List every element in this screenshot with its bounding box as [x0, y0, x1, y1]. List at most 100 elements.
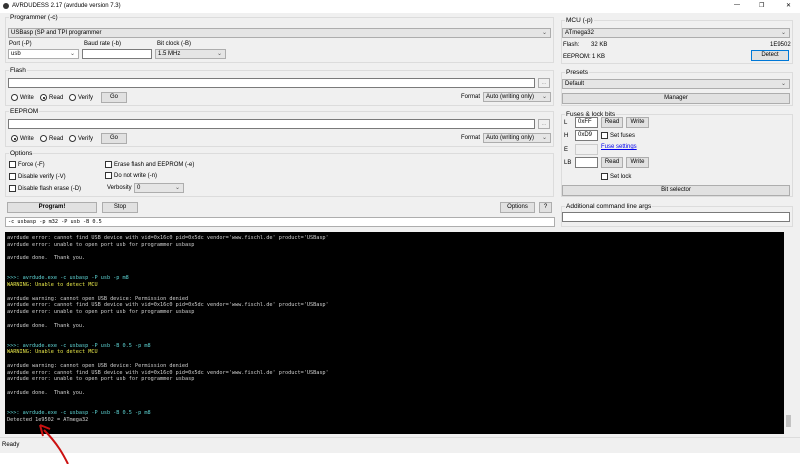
bitclock-select[interactable]: 1.5 MHz ⌄ [155, 49, 226, 59]
eeprom-file-input[interactable] [8, 119, 535, 129]
chevron-down-icon: ⌄ [541, 135, 547, 141]
chevron-down-icon: ⌄ [216, 51, 222, 57]
programmer-value: USBasp (SP and TPI programmer [11, 30, 102, 36]
bitclock-value: 1.5 MHz [158, 51, 181, 57]
fuse-read-button[interactable]: Read [601, 117, 623, 128]
presets-label: Presets [565, 69, 590, 76]
flash-browse-button[interactable]: ... [538, 78, 550, 88]
chevron-down-icon: ⌄ [780, 30, 786, 36]
mcu-label: MCU (-p) [565, 17, 594, 24]
disable-flash-erase-checkbox[interactable]: Disable flash erase (-D) [9, 185, 81, 192]
detect-button[interactable]: Detect [751, 50, 789, 61]
lock-bits-input[interactable] [575, 157, 598, 168]
flash-verify-radio[interactable]: Verify [69, 94, 93, 101]
flash-read-radio[interactable]: Read [40, 94, 63, 101]
fuse-l-label: L [564, 120, 568, 126]
app-icon [3, 3, 9, 9]
force-checkbox[interactable]: Force (-F) [9, 161, 45, 168]
presets-select[interactable]: Default ⌄ [562, 79, 790, 89]
chevron-down-icon: ⌄ [174, 185, 180, 191]
fuse-settings-link[interactable]: Fuse settings [601, 144, 637, 150]
red-arrow-annotation [39, 424, 69, 464]
baud-input[interactable] [82, 49, 152, 59]
console-line: avrdude warning: cannot open USB device:… [7, 362, 189, 369]
chevron-down-icon: ⌄ [541, 94, 547, 100]
eeprom-format-select[interactable]: Auto (writing only) ⌄ [483, 133, 551, 143]
fuse-h-input[interactable]: 0xD9 [575, 130, 598, 141]
window-title: AVRDUDESS 2.17 (avrdude version 7.3) [12, 3, 121, 9]
fuse-l-input[interactable]: 0xFF [575, 117, 598, 128]
programmer-select[interactable]: USBasp (SP and TPI programmer ⌄ [8, 28, 551, 38]
verbosity-select[interactable]: 0 ⌄ [134, 183, 184, 193]
manager-button[interactable]: Manager [562, 93, 790, 104]
console-command-line: >>>: avrdude.exe -c usbasp -P usb -B 0.5… [7, 342, 151, 349]
console-line: avrdude error: cannot find USB device wi… [7, 369, 329, 376]
port-select[interactable]: usb ⌄ [8, 49, 79, 59]
console-output: avrdude error: cannot find USB device wi… [5, 232, 784, 434]
baud-label: Baud rate (-b) [84, 41, 122, 47]
minimize-button[interactable]: — [734, 2, 740, 8]
options-label: Options [9, 150, 34, 157]
scrollbar-thumb[interactable] [786, 415, 791, 427]
eeprom-format-label: Format [461, 135, 481, 141]
program-button[interactable]: Program! [7, 202, 97, 213]
bit-selector-button[interactable]: Bit selector [562, 185, 790, 196]
console-line: avrdude done. Thank you. [7, 255, 86, 262]
flash-label: Flash [9, 67, 27, 74]
restore-button[interactable]: ❐ [759, 2, 764, 9]
signature-value: 1E9502 [770, 42, 791, 48]
port-value: usb [11, 51, 21, 57]
console-scrollbar[interactable] [784, 232, 793, 434]
flash-go-button[interactable]: Go [101, 92, 127, 103]
flash-format-select[interactable]: Auto (writing only) ⌄ [483, 92, 551, 102]
flash-size-value: 32 KB [591, 42, 608, 48]
eeprom-label: EEPROM [9, 108, 40, 115]
console-line: avrdude error: unable to open port usb f… [7, 309, 195, 316]
no-write-checkbox[interactable]: Do not write (-n) [105, 172, 157, 179]
chevron-down-icon: ⌄ [780, 81, 786, 87]
eeprom-verify-radio[interactable]: Verify [69, 135, 93, 142]
close-button[interactable]: ✕ [786, 2, 791, 9]
fuse-write-button[interactable]: Write [626, 117, 649, 128]
console-line: avrdude warning: cannot open USB device:… [7, 295, 189, 302]
fuse-h-label: H [564, 133, 569, 139]
set-fuses-checkbox[interactable]: Set fuses [601, 132, 635, 139]
console-line: avrdude error: cannot find USB device wi… [7, 235, 329, 241]
eeprom-write-radio[interactable]: Write [11, 135, 34, 142]
console-line: avrdude error: unable to open port usb f… [7, 241, 195, 248]
lock-bits-label: LB [564, 160, 572, 166]
console-line: avrdude error: cannot find USB device wi… [7, 302, 329, 309]
lock-write-button[interactable]: Write [626, 157, 649, 168]
mcu-select[interactable]: ATmega32 ⌄ [562, 28, 790, 38]
flash-write-radio[interactable]: Write [11, 94, 34, 101]
disable-verify-checkbox[interactable]: Disable verify (-V) [9, 173, 66, 180]
stop-button[interactable]: Stop [102, 202, 138, 213]
command-line-field: -c usbasp -p m32 -P usb -B 0.5 [5, 217, 555, 227]
lock-read-button[interactable]: Read [601, 157, 623, 168]
console-command-line: >>>: avrdude.exe -c usbasp -P usb -B 0.5… [7, 410, 151, 417]
eeprom-read-radio[interactable]: Read [40, 135, 63, 142]
set-lock-checkbox[interactable]: Set lock [601, 173, 631, 180]
options-button[interactable]: Options [500, 202, 535, 213]
fuse-e-input [575, 144, 598, 155]
eeprom-browse-button[interactable]: ... [538, 119, 550, 129]
erase-checkbox[interactable]: Erase flash and EEPROM (-e) [105, 161, 194, 168]
console-line: avrdude done. Thank you. [7, 322, 86, 329]
help-button[interactable]: ? [539, 202, 552, 213]
chevron-down-icon: ⌄ [541, 30, 547, 36]
additional-args-label: Additional command line args [565, 203, 653, 210]
flash-size-label: Flash: [563, 42, 580, 48]
flash-file-input[interactable] [8, 78, 535, 88]
additional-args-input[interactable] [562, 212, 790, 222]
console-warning-line: WARNING: Unable to detect MCU [7, 282, 98, 289]
eeprom-go-button[interactable]: Go [101, 133, 127, 144]
fuse-e-label: E [564, 147, 569, 153]
